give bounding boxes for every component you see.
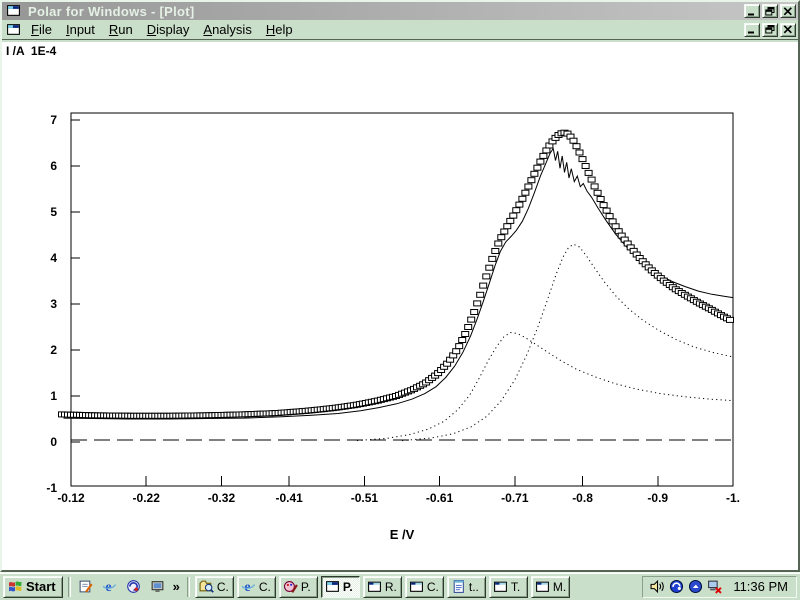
task-button-label: C.	[427, 580, 439, 594]
window-icon	[367, 579, 383, 595]
app-window-icon	[325, 579, 341, 595]
blue-disc-icon[interactable]	[668, 579, 684, 595]
x-axis-title: E /V	[390, 527, 415, 542]
y-tick-label: 3	[50, 297, 57, 311]
window-icon	[493, 579, 509, 595]
folder-search-icon	[199, 579, 215, 595]
svg-text:e: e	[245, 580, 251, 594]
y-tick-label: 2	[50, 343, 57, 357]
app-window: Polar for Windows - [Plot] FileInputRunD…	[0, 0, 800, 572]
menu-bar: FileInputRunDisplayAnalysisHelp	[2, 20, 798, 40]
task-button-label: C.	[259, 580, 271, 594]
y-tick-label: 5	[50, 205, 57, 219]
task-button-label: P.	[343, 580, 353, 594]
y-tick-label: 0	[50, 435, 57, 449]
y-tick-label: 7	[50, 113, 57, 127]
series-measured-current	[64, 149, 734, 420]
x-tick-label: -0.51	[351, 491, 379, 505]
title-bar: Polar for Windows - [Plot]	[2, 2, 798, 20]
menu-item-help[interactable]: Help	[259, 20, 300, 39]
task-button-1[interactable]: C.	[195, 576, 234, 598]
taskbar-divider	[187, 577, 190, 597]
close-button[interactable]	[780, 4, 796, 18]
quick-launch-display-monitor-icon[interactable]	[148, 577, 168, 597]
window-icon	[535, 579, 551, 595]
task-button-label: T.	[511, 580, 520, 594]
y-axis-ticks: 7 6 5 4 3 2 1 0 -1	[46, 113, 80, 495]
x-tick-label: -0.8	[572, 491, 593, 505]
menu-item-analysis[interactable]: Analysis	[196, 20, 258, 39]
task-button-4[interactable]: P.	[321, 576, 360, 598]
task-button-6[interactable]: C.	[405, 576, 444, 598]
quick-launch-internet-explorer-icon[interactable]: e	[100, 577, 120, 597]
quick-launch-overflow-chevron[interactable]: »	[171, 579, 182, 594]
task-button-2[interactable]: e C.	[237, 576, 276, 598]
y-tick-label: 4	[50, 251, 57, 265]
x-axis-ticks: -0.12 -0.22 -0.32 -0.41 -0.51 -0.61 -0.71 -0.8 -…	[57, 476, 740, 505]
menu-item-display[interactable]: Display	[140, 20, 197, 39]
system-tray: 11:36 PM	[642, 576, 797, 598]
blue-disc-alt-icon[interactable]	[687, 579, 703, 595]
taskbar: Start e » C. e C. P. P. R. C. t.. T. M. 11:36 PM	[0, 572, 800, 600]
task-button-label: P.	[301, 580, 311, 594]
task-button-label: t..	[469, 580, 479, 594]
x-tick-label: -1.	[726, 491, 740, 505]
quick-launch-mail-sync-icon[interactable]	[124, 577, 144, 597]
x-tick-label: -0.32	[208, 491, 236, 505]
task-button-label: R.	[385, 580, 397, 594]
menu-item-file[interactable]: File	[24, 20, 59, 39]
child-minimize-button[interactable]	[744, 23, 760, 37]
task-button-strip: C. e C. P. P. R. C. t.. T. M.	[195, 576, 570, 598]
taskbar-clock[interactable]: 11:36 PM	[733, 579, 788, 594]
task-button-3[interactable]: P.	[279, 576, 318, 598]
y-tick-label: 6	[50, 159, 57, 173]
svg-text:e: e	[105, 580, 111, 594]
window-icon	[409, 579, 425, 595]
task-button-9[interactable]: M.	[531, 576, 570, 598]
notepad-icon	[451, 579, 467, 595]
x-tick-label: -0.71	[501, 491, 529, 505]
x-tick-label: -0.22	[133, 491, 161, 505]
window-title: Polar for Windows - [Plot]	[28, 4, 744, 19]
child-close-button[interactable]	[780, 23, 796, 37]
series-peak-component-2	[402, 244, 733, 440]
network-error-icon[interactable]	[706, 579, 722, 595]
document-system-menu-icon[interactable]	[6, 22, 22, 38]
quick-launch-document-pen-icon[interactable]	[76, 577, 96, 597]
y-tick-label: -1	[46, 481, 57, 495]
start-button-label: Start	[26, 579, 56, 594]
paint-palette-icon	[283, 579, 299, 595]
minimize-button[interactable]	[744, 4, 760, 18]
child-restore-button[interactable]	[762, 23, 778, 37]
task-button-7[interactable]: t..	[447, 576, 486, 598]
internet-explorer-icon: e	[241, 579, 257, 595]
menu-item-run[interactable]: Run	[102, 20, 140, 39]
taskbar-divider	[68, 577, 71, 597]
menu-item-input[interactable]: Input	[59, 20, 102, 39]
child-window-buttons	[744, 23, 796, 37]
x-tick-label: -0.61	[426, 491, 454, 505]
x-tick-label: -0.9	[647, 491, 668, 505]
start-button[interactable]: Start	[3, 576, 63, 598]
restore-button[interactable]	[762, 4, 778, 18]
plot-frame	[71, 113, 733, 486]
task-button-label: C.	[217, 580, 229, 594]
task-button-8[interactable]: T.	[489, 576, 528, 598]
plot-client-area: I /A 1E-4 76543210-1-0.12-0.22-0.32-0.41…	[2, 42, 798, 570]
x-tick-label: -0.41	[275, 491, 303, 505]
task-button-label: M.	[553, 580, 566, 594]
speaker-icon[interactable]	[649, 579, 665, 595]
windows-flag-icon	[7, 579, 23, 595]
title-bar-buttons	[744, 4, 796, 18]
series-fitted-total	[59, 130, 734, 418]
quick-launch-bar: e	[76, 577, 168, 597]
y-tick-label: 1	[50, 389, 57, 403]
plot-canvas: 7 6 5 4 3 2 1 0 -1-0.12 -0.22 -0.32 -0.41 -0.51 -0.61…	[2, 42, 798, 570]
x-tick-label: -0.12	[57, 491, 85, 505]
task-button-5[interactable]: R.	[363, 576, 402, 598]
app-icon	[6, 3, 22, 19]
